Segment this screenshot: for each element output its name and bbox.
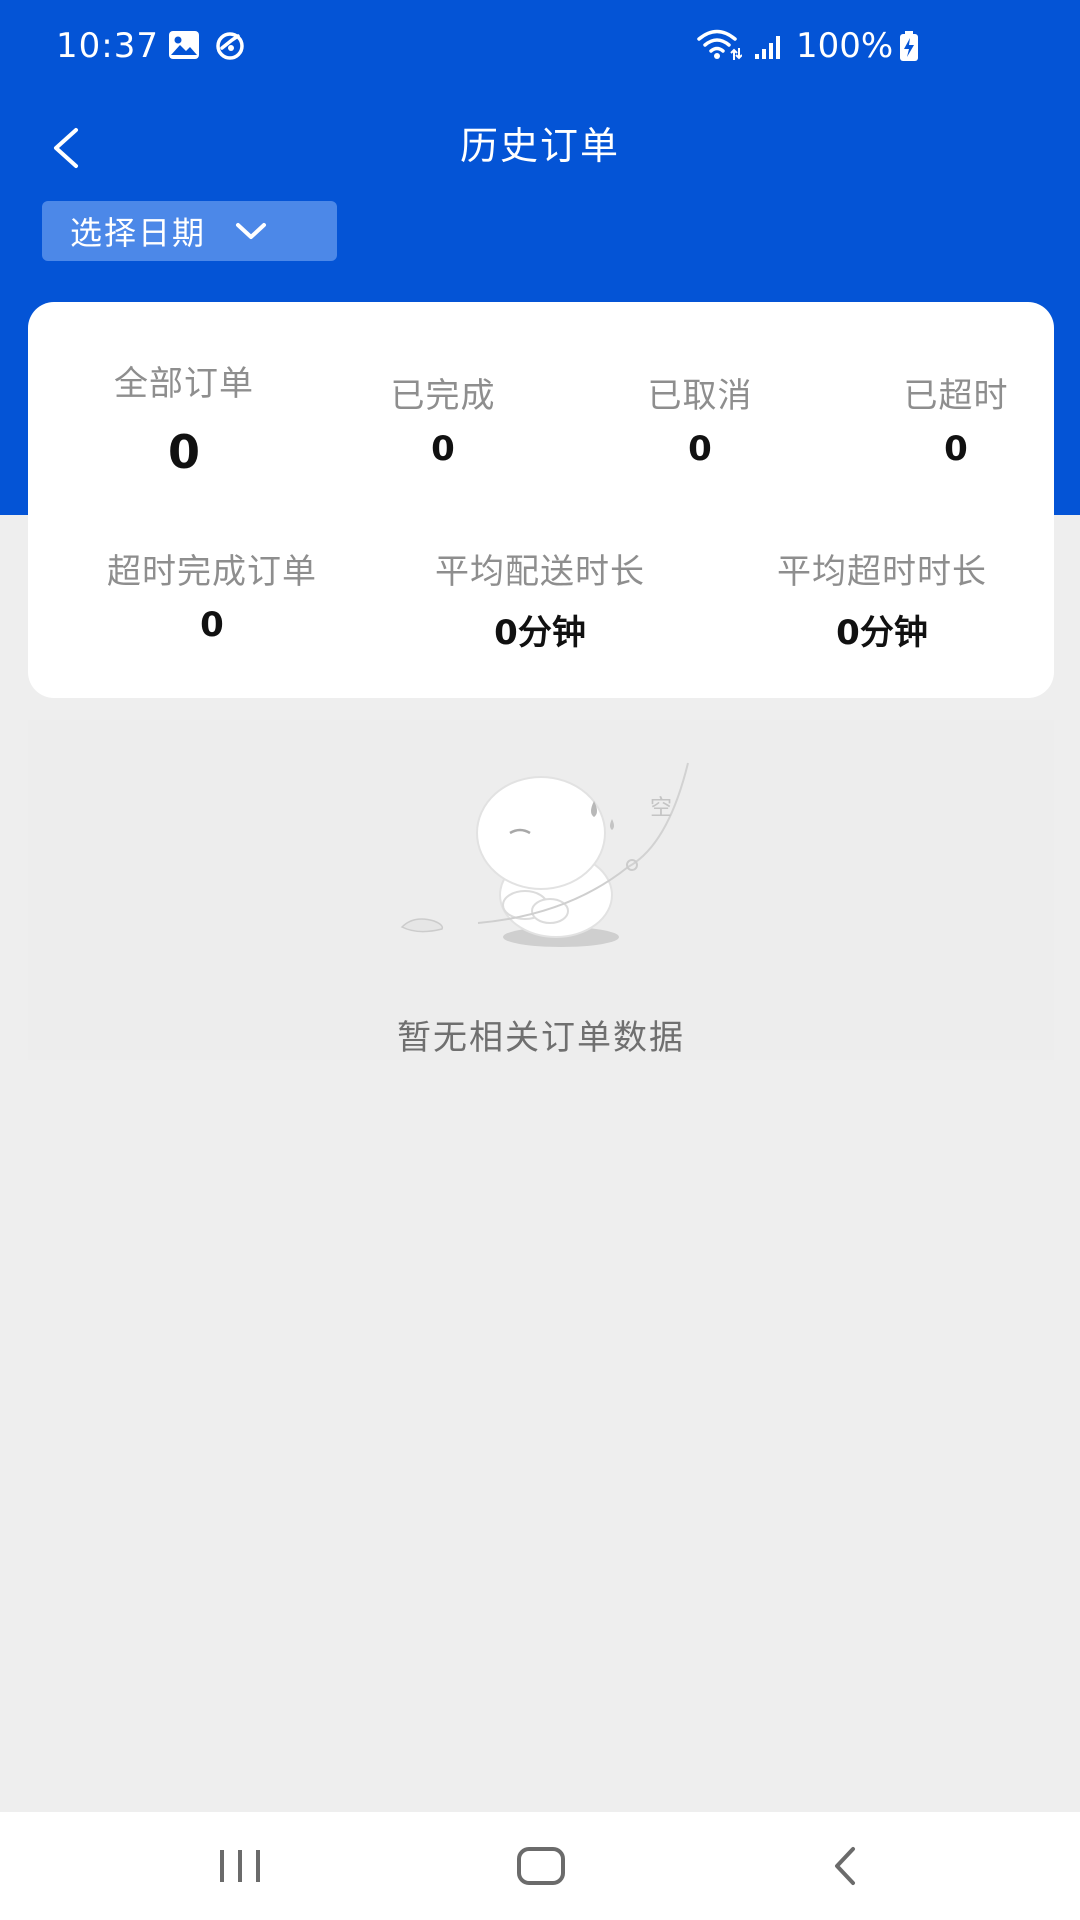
chevron-down-icon [234,220,268,242]
empty-state: 空 暂无相关订单数据 [28,720,1054,1060]
app-notification-icon [214,30,248,64]
wifi-icon [696,28,743,66]
stat-value: 0 [200,605,224,645]
stat-label: 已完成 [390,376,496,416]
status-time: 10:37 [56,26,159,66]
system-nav-bar [0,1812,1080,1920]
recent-apps-button[interactable] [185,1830,295,1902]
battery-charging-icon [898,30,920,66]
stat-cancelled: 已取消 0 [580,368,820,469]
order-stats-card: 全部订单 0 已完成 0 已取消 0 已超时 0 超时完成订单 0 平均配送时长… [28,302,1054,698]
title-bar: 历史订单 [0,96,1080,216]
stat-avg-delivery-time: 平均配送时长 0分钟 [370,544,710,654]
stat-label: 已超时 [903,376,1009,416]
stat-value: 0 [431,429,455,469]
date-select-label: 选择日期 [70,214,207,252]
battery-percent: 100% [796,26,894,66]
stat-completed: 已完成 0 [323,368,563,469]
stat-timed-out: 已超时 0 [836,368,1076,469]
nav-back-button[interactable] [790,1830,900,1902]
stat-value: 0 [167,425,200,479]
stat-all-orders: 全部订单 0 [64,356,304,479]
empty-mascot-illustration: 空 [400,762,689,947]
stat-value: 0分钟 [836,613,928,653]
date-select-button[interactable]: 选择日期 [42,201,337,261]
stat-timeout-completed: 超时完成订单 0 [42,544,382,645]
home-icon [517,1847,565,1885]
illustration-text: 空 [650,796,672,821]
empty-message: 暂无相关订单数据 [397,1018,685,1058]
stat-label: 平均配送时长 [435,552,645,592]
status-bar: 10:37 100% [0,0,1080,96]
history-orders-screen: 10:37 100% 历史订单 选择日期 全部订单 0 已完成 0 已取消 0 … [0,0,1080,1920]
stat-value: 0 [688,429,712,469]
image-icon [168,30,200,64]
page-title: 历史订单 [459,124,620,168]
stat-label: 超时完成订单 [107,552,317,592]
stat-label: 平均超时时长 [777,552,987,592]
stat-label: 全部订单 [114,364,254,404]
home-button[interactable] [486,1830,596,1902]
back-icon [835,1847,855,1885]
stat-value: 0 [944,429,968,469]
stat-avg-timeout-time: 平均超时时长 0分钟 [712,544,1052,654]
stat-label: 已取消 [647,376,753,416]
signal-icon [754,30,784,64]
recent-apps-icon [220,1850,260,1882]
stat-value: 0分钟 [494,613,586,653]
